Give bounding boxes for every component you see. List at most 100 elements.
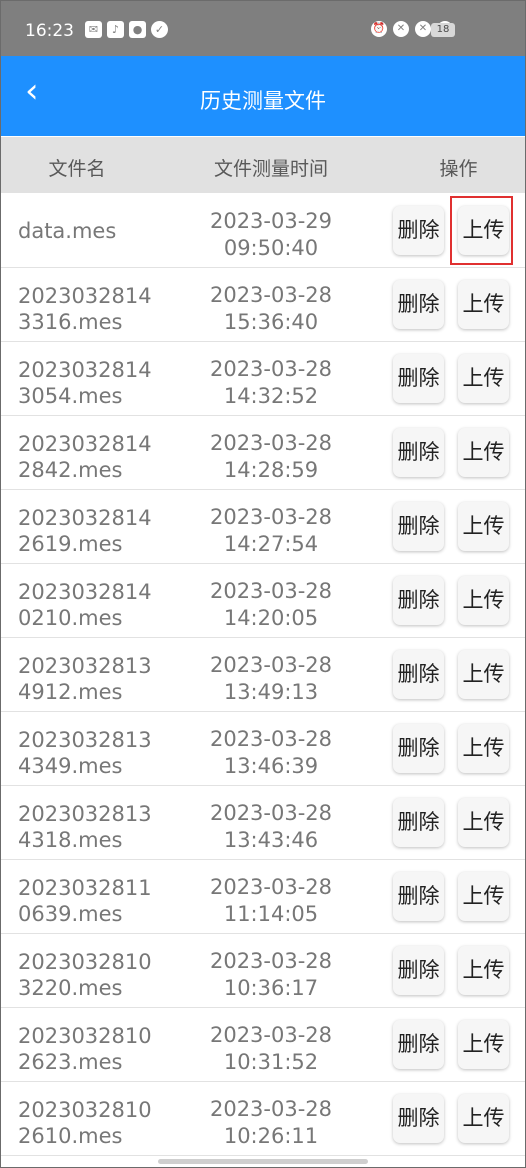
- table-header: 文件名 文件测量时间 操作: [1, 137, 525, 193]
- delete-button[interactable]: 删除: [393, 872, 444, 921]
- upload-button[interactable]: 上传: [458, 650, 509, 699]
- upload-button[interactable]: 上传: [458, 502, 509, 551]
- measure-date: 2023-03-28: [209, 949, 333, 973]
- file-name-line2: 4349.mes: [18, 754, 123, 778]
- map-pin-icon: ●: [129, 21, 146, 38]
- file-name-line2: 3316.mes: [18, 310, 123, 334]
- delete-button[interactable]: 删除: [393, 724, 444, 773]
- file-name: 2023032811 0639.mes: [18, 875, 183, 927]
- file-name-line1: 2023032810: [18, 950, 152, 974]
- upload-button[interactable]: 上传: [458, 280, 509, 329]
- table-row: 2023032810 3220.mes 2023-03-28 10:36:17 …: [1, 934, 525, 1008]
- header-operation: 操作: [439, 158, 478, 180]
- alarm-icon: ⏰: [371, 21, 387, 37]
- delete-button[interactable]: 删除: [393, 798, 444, 847]
- upload-button[interactable]: 上传: [458, 428, 509, 477]
- file-name: 2023032814 3054.mes: [18, 357, 183, 409]
- file-name-line1: 2023032813: [18, 654, 152, 678]
- battery-icon: 18: [431, 23, 455, 37]
- delete-button[interactable]: 删除: [393, 650, 444, 699]
- measure-clock: 14:32:52: [223, 384, 319, 408]
- home-indicator: [158, 1159, 368, 1164]
- delete-button[interactable]: 删除: [393, 946, 444, 995]
- upload-button[interactable]: 上传: [458, 354, 509, 403]
- mute-icon: ✕: [393, 21, 409, 37]
- file-name: 2023032814 3316.mes: [18, 283, 183, 335]
- table-row: 2023032814 3316.mes 2023-03-28 15:36:40 …: [1, 268, 525, 342]
- delete-button[interactable]: 删除: [393, 1020, 444, 1069]
- delete-button[interactable]: 删除: [393, 428, 444, 477]
- table-row: 2023032814 2619.mes 2023-03-28 14:27:54 …: [1, 490, 525, 564]
- check-icon: ✓: [151, 21, 168, 38]
- file-name-line1: 2023032810: [18, 1024, 152, 1048]
- file-name-line1: 2023032811: [18, 876, 152, 900]
- upload-button[interactable]: 上传: [458, 946, 509, 995]
- file-name: 2023032813 4318.mes: [18, 801, 183, 853]
- measure-date: 2023-03-28: [209, 653, 333, 677]
- upload-highlight-box: [450, 196, 513, 265]
- measure-date: 2023-03-28: [209, 505, 333, 529]
- measure-date: 2023-03-28: [209, 1097, 333, 1121]
- measure-time: 2023-03-28 14:27:54: [186, 504, 356, 558]
- measure-date: 2023-03-28: [209, 727, 333, 751]
- file-name-line2: 2619.mes: [18, 532, 123, 556]
- measure-time: 2023-03-28 14:28:59: [186, 430, 356, 484]
- file-name-line1: 2023032814: [18, 506, 152, 530]
- measure-time: 2023-03-28 11:14:05: [186, 874, 356, 928]
- measure-clock: 13:43:46: [223, 828, 319, 852]
- measure-clock: 10:36:17: [223, 976, 319, 1000]
- file-name-line2: 2842.mes: [18, 458, 123, 482]
- upload-button[interactable]: 上传: [458, 724, 509, 773]
- table-row: 2023032814 3054.mes 2023-03-28 14:32:52 …: [1, 342, 525, 416]
- delete-button[interactable]: 删除: [393, 502, 444, 551]
- measure-date: 2023-03-29: [209, 209, 333, 233]
- file-name-line2: 0210.mes: [18, 606, 123, 630]
- measure-clock: 15:36:40: [223, 310, 319, 334]
- status-bar: 16:23 ✉ ♪ ● ✓ ⏰ ✕ ✕ ◠ 18: [1, 1, 525, 56]
- file-name: 2023032814 2842.mes: [18, 431, 183, 483]
- measure-time: 2023-03-28 10:31:52: [186, 1022, 356, 1076]
- file-name-line2: 2610.mes: [18, 1124, 123, 1148]
- delete-button[interactable]: 删除: [393, 280, 444, 329]
- delete-button[interactable]: 删除: [393, 576, 444, 625]
- header-file-name: 文件名: [48, 158, 106, 180]
- app-bar: ‹ 历史测量文件: [1, 56, 525, 136]
- file-name: 2023032814 0210.mes: [18, 579, 183, 631]
- file-name-line2: 2623.mes: [18, 1050, 123, 1074]
- file-name-line1: 2023032810: [18, 1098, 152, 1122]
- table-row: data.mes 2023-03-29 09:50:40 删除 上传: [1, 194, 525, 268]
- measure-time: 2023-03-28 13:46:39: [186, 726, 356, 780]
- file-name: 2023032810 3220.mes: [18, 949, 183, 1001]
- table-row: 2023032814 2842.mes 2023-03-28 14:28:59 …: [1, 416, 525, 490]
- file-name: 2023032810 2610.mes: [18, 1097, 183, 1149]
- upload-button[interactable]: 上传: [458, 1094, 509, 1143]
- measure-clock: 14:27:54: [223, 532, 319, 556]
- table-row: 2023032810 2610.mes 2023-03-28 10:26:11 …: [1, 1082, 525, 1156]
- measure-clock: 10:26:11: [223, 1124, 319, 1148]
- measure-clock: 09:50:40: [223, 236, 319, 260]
- upload-button[interactable]: 上传: [458, 872, 509, 921]
- measure-time: 2023-03-28 13:49:13: [186, 652, 356, 706]
- file-name-line2: 3054.mes: [18, 384, 123, 408]
- upload-button[interactable]: 上传: [458, 1020, 509, 1069]
- file-name-line1: 2023032813: [18, 728, 152, 752]
- upload-button[interactable]: 上传: [458, 576, 509, 625]
- table-row: 2023032813 4912.mes 2023-03-28 13:49:13 …: [1, 638, 525, 712]
- file-name-line1: 2023032813: [18, 802, 152, 826]
- table-row: 2023032810 2623.mes 2023-03-28 10:31:52 …: [1, 1008, 525, 1082]
- status-time: 16:23: [25, 21, 74, 41]
- measure-time: 2023-03-28 10:36:17: [186, 948, 356, 1002]
- table-row: 2023032813 4349.mes 2023-03-28 13:46:39 …: [1, 712, 525, 786]
- measure-clock: 14:20:05: [223, 606, 319, 630]
- measure-time: 2023-03-28 14:20:05: [186, 578, 356, 632]
- delete-button[interactable]: 删除: [393, 1094, 444, 1143]
- delete-button[interactable]: 删除: [393, 206, 444, 255]
- status-left-icons: ✉ ♪ ● ✓: [85, 21, 168, 38]
- upload-button[interactable]: 上传: [458, 798, 509, 847]
- measure-time: 2023-03-28 10:26:11: [186, 1096, 356, 1150]
- measure-clock: 10:31:52: [223, 1050, 319, 1074]
- file-name: 2023032810 2623.mes: [18, 1023, 183, 1075]
- delete-button[interactable]: 删除: [393, 354, 444, 403]
- measure-date: 2023-03-28: [209, 283, 333, 307]
- measure-date: 2023-03-28: [209, 1023, 333, 1047]
